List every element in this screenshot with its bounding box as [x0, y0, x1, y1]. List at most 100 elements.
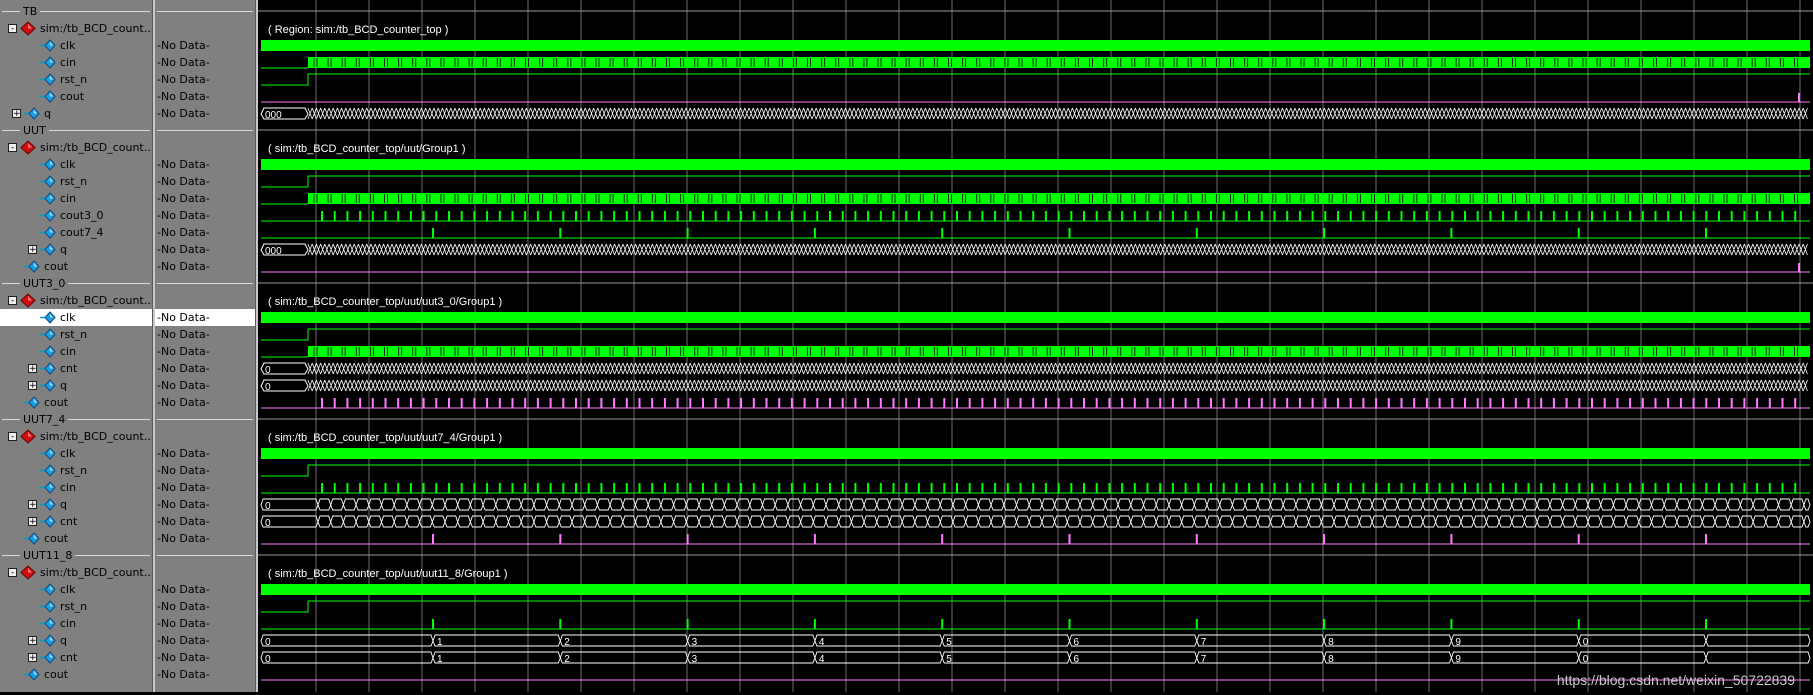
- waveform-rst_n[interactable]: [261, 464, 1810, 477]
- signal-row-q[interactable]: + q: [0, 241, 152, 258]
- waveform-clk[interactable]: [261, 448, 1810, 459]
- expand-toggle[interactable]: +: [28, 653, 37, 663]
- expand-toggle[interactable]: +: [12, 109, 21, 119]
- expand-toggle[interactable]: +: [28, 636, 37, 646]
- group-divider[interactable]: UUT: [0, 122, 152, 139]
- waveform-cout3_0[interactable]: [261, 211, 1810, 222]
- group-divider[interactable]: TB: [0, 3, 152, 20]
- signal-row-q[interactable]: + q: [0, 632, 152, 649]
- signal-row-cin[interactable]: cin: [0, 479, 152, 496]
- waveform-q[interactable]: 0: [260, 379, 1808, 393]
- waveform-cin[interactable]: [261, 483, 1810, 494]
- waveform-q[interactable]: 0 1 2 3 4 5 6 7 8 9 0: [260, 634, 1811, 648]
- waveform-region[interactable]: ( sim:/tb_BCD_counter_top/uut/uut11_8/Gr…: [268, 568, 508, 580]
- waveform-cin[interactable]: [261, 193, 1810, 205]
- expand-toggle[interactable]: +: [28, 500, 37, 510]
- waveform-rst_n[interactable]: [261, 73, 1810, 86]
- waveform-cout[interactable]: [261, 93, 1810, 103]
- waveform-cout[interactable]: [261, 263, 1810, 273]
- waveform-q[interactable]: 000: [260, 243, 1808, 257]
- expand-toggle[interactable]: +: [28, 517, 37, 527]
- signal-row-rst-n[interactable]: rst_n: [0, 71, 152, 88]
- signal-row-clk[interactable]: clk: [0, 37, 152, 54]
- signal-row-cout[interactable]: cout: [0, 258, 152, 275]
- signal-row-cin[interactable]: cin: [0, 54, 152, 71]
- waveform-cout[interactable]: [261, 534, 1810, 545]
- region-row[interactable]: - sim:/tb_BCD_count...: [0, 139, 152, 156]
- signal-row-cout7-4[interactable]: cout7_4: [0, 224, 152, 241]
- region-row[interactable]: - sim:/tb_BCD_count...: [0, 20, 152, 37]
- waveform-cin[interactable]: [261, 346, 1810, 358]
- signal-row-clk[interactable]: clk: [0, 445, 152, 462]
- signal-row-cnt[interactable]: + cnt: [0, 513, 152, 530]
- waveform-region[interactable]: ( sim:/tb_BCD_counter_top/uut/uut3_0/Gro…: [268, 296, 502, 308]
- region-row[interactable]: - sim:/tb_BCD_count...: [0, 292, 152, 309]
- waveform-clk[interactable]: [261, 584, 1810, 595]
- signal-row-clk[interactable]: clk: [0, 309, 152, 326]
- signal-icon: [40, 599, 56, 614]
- group-divider[interactable]: UUT3_0: [0, 275, 152, 292]
- waveform-q[interactable]: 000: [260, 107, 1808, 121]
- waveform-pane[interactable]: ( Region: sim:/tb_BCD_counter_top ) 000( …: [258, 0, 1813, 692]
- signal-row-rst-n[interactable]: rst_n: [0, 598, 152, 615]
- collapse-toggle[interactable]: -: [8, 143, 17, 153]
- region-row[interactable]: - sim:/tb_BCD_count...: [0, 564, 152, 581]
- bus-segment: [1705, 651, 1811, 664]
- waveform-region[interactable]: ( sim:/tb_BCD_counter_top/uut/uut7_4/Gro…: [268, 432, 502, 444]
- waveform-cin[interactable]: [261, 57, 1810, 69]
- signal-row-clk[interactable]: clk: [0, 156, 152, 173]
- waveform-clk[interactable]: [261, 159, 1810, 170]
- waveform-region[interactable]: ( sim:/tb_BCD_counter_top/uut/Group1 ): [268, 143, 465, 155]
- waveform-rst_n[interactable]: [261, 328, 1810, 341]
- signal-row-cnt[interactable]: + cnt: [0, 649, 152, 666]
- signal-row-cin[interactable]: cin: [0, 343, 152, 360]
- collapse-toggle[interactable]: -: [8, 24, 17, 34]
- expand-toggle[interactable]: +: [28, 381, 37, 391]
- signal-row-cout[interactable]: cout: [0, 530, 152, 547]
- waveform-cnt[interactable]: 0 1 2 3 4 5 6 7 8 9 0: [260, 651, 1811, 665]
- waveform-clk[interactable]: [261, 40, 1810, 51]
- region-path-label: ( sim:/tb_BCD_counter_top/uut/uut11_8/Gr…: [268, 568, 508, 580]
- expand-toggle[interactable]: +: [28, 245, 37, 255]
- expand-toggle[interactable]: +: [28, 364, 37, 374]
- waveform-q[interactable]: 0: [260, 498, 1811, 512]
- waveform-cout[interactable]: [261, 398, 1810, 409]
- waveform-canvas[interactable]: ( Region: sim:/tb_BCD_counter_top )000( …: [258, 0, 1813, 692]
- signal-row-rst-n[interactable]: rst_n: [0, 173, 152, 190]
- collapse-toggle[interactable]: -: [8, 296, 17, 306]
- collapse-toggle[interactable]: -: [8, 432, 17, 442]
- waveform-cnt[interactable]: 0: [260, 362, 1808, 376]
- group-divider[interactable]: UUT11_8: [0, 547, 152, 564]
- bus-transitions: [260, 515, 1811, 528]
- region-row[interactable]: - sim:/tb_BCD_count...: [0, 428, 152, 445]
- group-divider[interactable]: UUT7_4: [0, 411, 152, 428]
- waveform-rst_n[interactable]: [261, 600, 1810, 613]
- signal-row-q[interactable]: + q: [0, 377, 152, 394]
- divider-line: [157, 419, 253, 420]
- bus-segment: [1069, 634, 1198, 647]
- waveform-clk[interactable]: [261, 312, 1810, 323]
- signal-row-cout3-0[interactable]: cout3_0: [0, 207, 152, 224]
- signal-row-cout[interactable]: cout: [0, 394, 152, 411]
- signal-names-pane[interactable]: TB - sim:/tb_BCD_count... clk cin rst_n cout + q…: [0, 0, 152, 692]
- signal-value: -No Data-: [157, 243, 210, 256]
- waveform-cin[interactable]: [261, 619, 1810, 630]
- signal-row-cin[interactable]: cin: [0, 615, 152, 632]
- waveform-cout7_4[interactable]: [261, 228, 1810, 239]
- waveform-region[interactable]: ( Region: sim:/tb_BCD_counter_top ): [268, 24, 448, 36]
- signal-row-q[interactable]: + q: [0, 105, 152, 122]
- signal-row-cout[interactable]: cout: [0, 88, 152, 105]
- signal-row-rst-n[interactable]: rst_n: [0, 326, 152, 343]
- waveform-cnt[interactable]: 0: [260, 515, 1811, 529]
- waveform-rst_n[interactable]: [261, 175, 1810, 188]
- signal-row-cout[interactable]: cout: [0, 666, 152, 683]
- collapse-toggle[interactable]: -: [8, 568, 17, 578]
- signal-row-cin[interactable]: cin: [0, 190, 152, 207]
- signal-row-cnt[interactable]: + cnt: [0, 360, 152, 377]
- signal-row-q[interactable]: + q: [0, 496, 152, 513]
- signal-row-rst-n[interactable]: rst_n: [0, 462, 152, 479]
- signal-values-pane[interactable]: -No Data- -No Data- -No Data- -No Data- -No …: [155, 0, 255, 692]
- reset-trace: [261, 175, 1810, 188]
- signal-icon: [40, 378, 56, 393]
- signal-row-clk[interactable]: clk: [0, 581, 152, 598]
